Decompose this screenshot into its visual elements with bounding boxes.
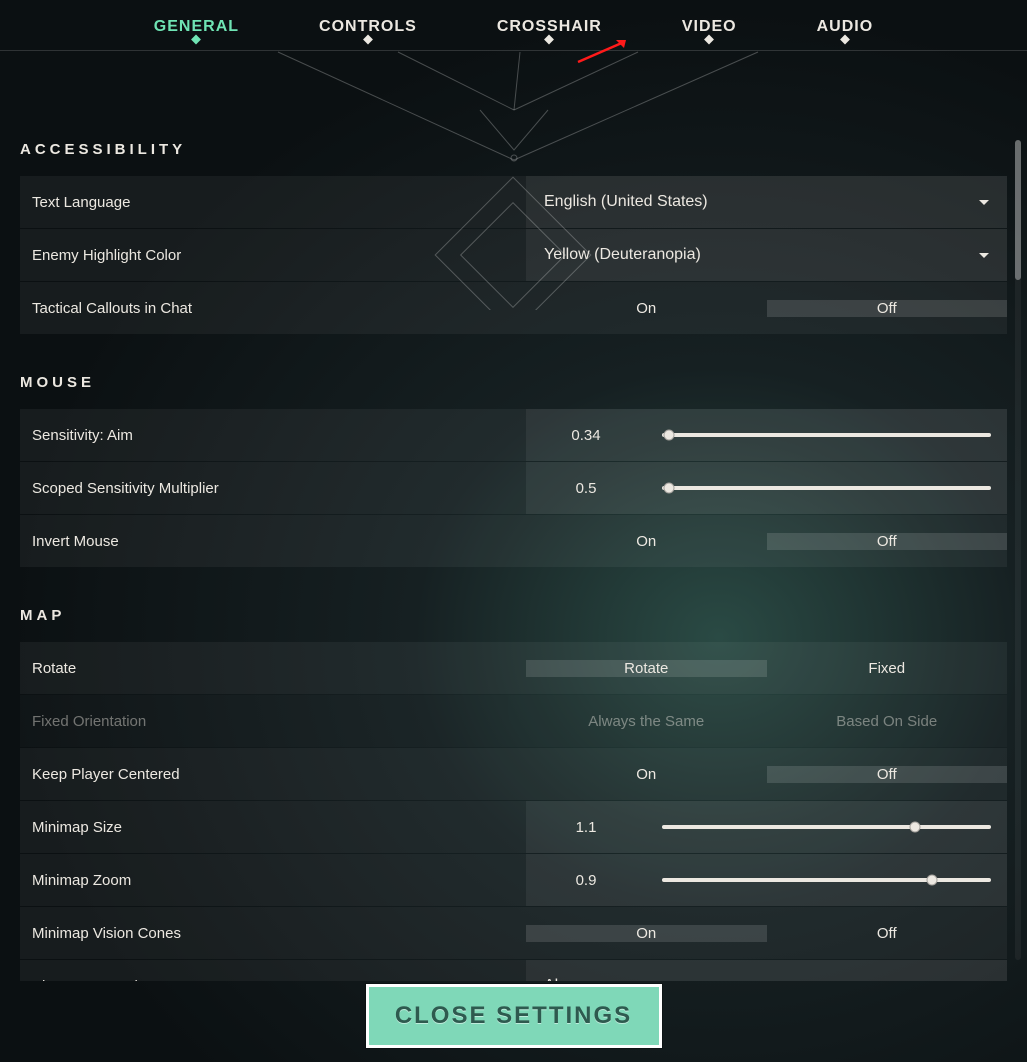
slider-scoped-sensitivity: 0.5 — [526, 462, 1007, 514]
tab-video[interactable]: VIDEO — [682, 18, 737, 36]
slider-thumb[interactable] — [663, 430, 674, 441]
toggle-rotate: Rotate Fixed — [526, 642, 1007, 694]
setting-label: Invert Mouse — [20, 515, 526, 567]
slider-sensitivity-aim: 0.34 — [526, 409, 1007, 461]
slider-value[interactable]: 0.9 — [526, 872, 646, 889]
tab-label: AUDIO — [817, 18, 874, 35]
close-button-label: CLOSE SETTINGS — [395, 1002, 632, 1030]
tab-crosshair[interactable]: CROSSHAIR — [497, 18, 602, 36]
dropdown-value: Always — [544, 977, 595, 981]
toggle-vision-cones: On Off — [526, 907, 1007, 959]
slider-track[interactable] — [662, 433, 991, 437]
tab-label: VIDEO — [682, 18, 737, 35]
toggle-fixed-orientation: Always the Same Based On Side — [526, 695, 1007, 747]
setting-label: Minimap Zoom — [20, 854, 526, 906]
tab-label: GENERAL — [154, 18, 239, 35]
slider-thumb[interactable] — [926, 875, 937, 886]
settings-tab-bar: GENERAL CONTROLS CROSSHAIR VIDEO AUDIO — [0, 0, 1027, 51]
slider-thumb[interactable] — [663, 483, 674, 494]
toggle-option-fixed[interactable]: Fixed — [767, 660, 1008, 677]
section-title-accessibility: ACCESSIBILITY — [20, 141, 1007, 158]
setting-label: Rotate — [20, 642, 526, 694]
tab-label: CONTROLS — [319, 18, 417, 35]
slider-track[interactable] — [662, 825, 991, 829]
row-rotate: Rotate Rotate Fixed — [20, 642, 1007, 694]
dropdown-region-names[interactable]: Always — [526, 960, 1007, 981]
row-fixed-orientation: Fixed Orientation Always the Same Based … — [20, 695, 1007, 747]
dropdown-value: English (United States) — [544, 193, 708, 211]
toggle-keep-centered: On Off — [526, 748, 1007, 800]
toggle-tactical-callouts: On Off — [526, 282, 1007, 334]
slider-thumb[interactable] — [910, 822, 921, 833]
setting-label: Text Language — [20, 176, 526, 228]
dropdown-enemy-highlight[interactable]: Yellow (Deuteranopia) — [526, 229, 1007, 281]
toggle-option-on[interactable]: On — [526, 533, 767, 550]
row-region-names: Show Map Region Names Always — [20, 960, 1007, 981]
tab-general[interactable]: GENERAL — [154, 18, 239, 36]
settings-scroll-area[interactable]: ACCESSIBILITY Text Language English (Uni… — [0, 51, 1027, 981]
row-vision-cones: Minimap Vision Cones On Off — [20, 907, 1007, 959]
setting-label: Tactical Callouts in Chat — [20, 282, 526, 334]
diamond-icon — [704, 35, 714, 45]
dropdown-text-language[interactable]: English (United States) — [526, 176, 1007, 228]
slider-minimap-size: 1.1 — [526, 801, 1007, 853]
toggle-option-off[interactable]: Off — [767, 533, 1008, 550]
tab-audio[interactable]: AUDIO — [817, 18, 874, 36]
section-title-mouse: MOUSE — [20, 374, 1007, 391]
row-sensitivity-aim: Sensitivity: Aim 0.34 — [20, 409, 1007, 461]
toggle-option-off[interactable]: Off — [767, 766, 1008, 783]
tab-label: CROSSHAIR — [497, 18, 602, 35]
row-minimap-size: Minimap Size 1.1 — [20, 801, 1007, 853]
setting-label: Sensitivity: Aim — [20, 409, 526, 461]
caret-down-icon — [979, 200, 989, 205]
tab-controls[interactable]: CONTROLS — [319, 18, 417, 36]
toggle-option-rotate[interactable]: Rotate — [526, 660, 767, 677]
setting-label: Keep Player Centered — [20, 748, 526, 800]
slider-track[interactable] — [662, 486, 991, 490]
row-enemy-highlight: Enemy Highlight Color Yellow (Deuteranop… — [20, 229, 1007, 281]
slider-track[interactable] — [662, 878, 991, 882]
diamond-icon — [544, 35, 554, 45]
setting-label: Enemy Highlight Color — [20, 229, 526, 281]
toggle-option-on[interactable]: On — [526, 925, 767, 942]
row-invert-mouse: Invert Mouse On Off — [20, 515, 1007, 567]
toggle-option-on[interactable]: On — [526, 766, 767, 783]
toggle-invert-mouse: On Off — [526, 515, 1007, 567]
setting-label: Minimap Size — [20, 801, 526, 853]
toggle-option-on[interactable]: On — [526, 300, 767, 317]
toggle-option-based-on-side: Based On Side — [767, 713, 1008, 730]
slider-value[interactable]: 0.5 — [526, 480, 646, 497]
diamond-icon — [363, 35, 373, 45]
toggle-option-off[interactable]: Off — [767, 925, 1008, 942]
row-text-language: Text Language English (United States) — [20, 176, 1007, 228]
diamond-icon — [191, 35, 201, 45]
setting-label: Show Map Region Names — [20, 960, 526, 981]
row-minimap-zoom: Minimap Zoom 0.9 — [20, 854, 1007, 906]
close-settings-button[interactable]: CLOSE SETTINGS — [366, 984, 662, 1048]
slider-value[interactable]: 0.34 — [526, 427, 646, 444]
slider-value[interactable]: 1.1 — [526, 819, 646, 836]
dropdown-value: Yellow (Deuteranopia) — [544, 246, 701, 264]
toggle-option-off[interactable]: Off — [767, 300, 1008, 317]
setting-label: Scoped Sensitivity Multiplier — [20, 462, 526, 514]
caret-down-icon — [979, 253, 989, 258]
section-title-map: MAP — [20, 607, 1007, 624]
diamond-icon — [840, 35, 850, 45]
setting-label: Fixed Orientation — [20, 695, 526, 747]
setting-label: Minimap Vision Cones — [20, 907, 526, 959]
row-tactical-callouts: Tactical Callouts in Chat On Off — [20, 282, 1007, 334]
row-scoped-sensitivity: Scoped Sensitivity Multiplier 0.5 — [20, 462, 1007, 514]
toggle-option-always-same: Always the Same — [526, 713, 767, 730]
slider-minimap-zoom: 0.9 — [526, 854, 1007, 906]
row-keep-player-centered: Keep Player Centered On Off — [20, 748, 1007, 800]
